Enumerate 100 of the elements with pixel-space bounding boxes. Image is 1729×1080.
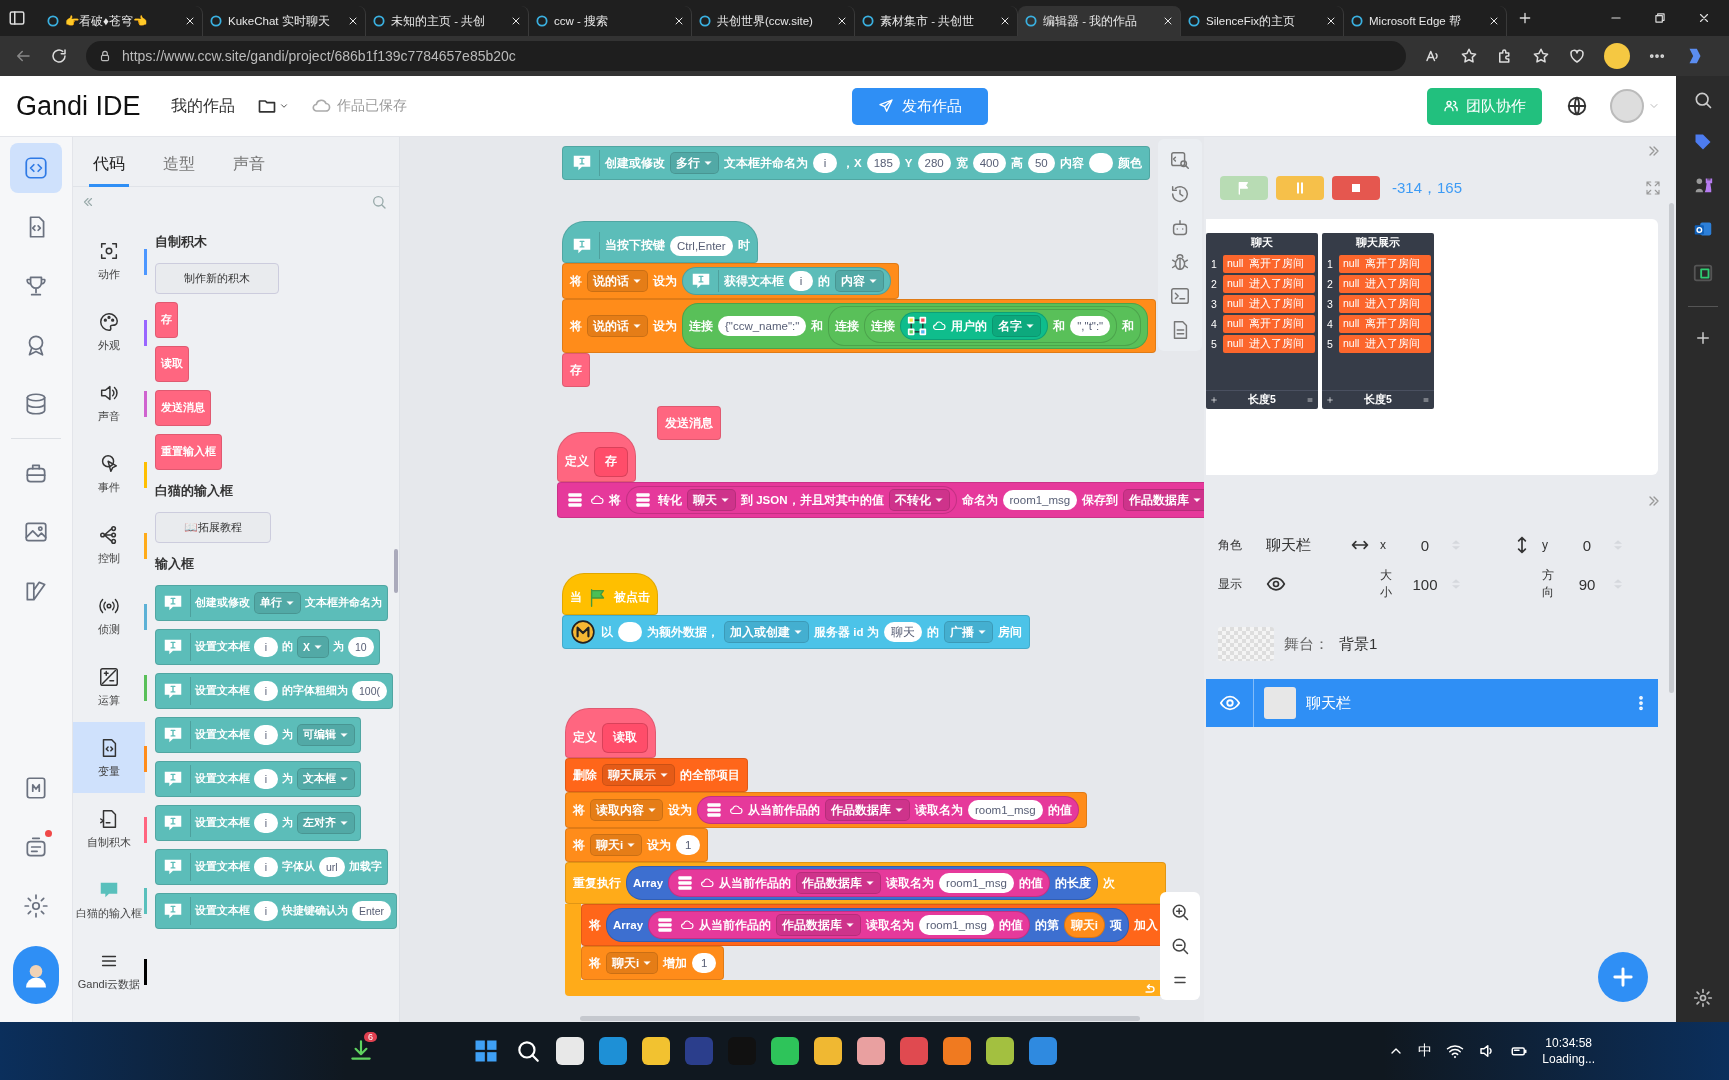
command-block[interactable]: 设置文本框 i 的字体粗细为 100( [155,673,393,709]
close-icon[interactable] [673,15,685,27]
app-icon[interactable] [943,1037,971,1065]
value-field[interactable]: Ctrl,Enter [670,235,733,256]
command-block[interactable]: 删除 聊天展示 的全部项目 [565,758,748,792]
dropdown[interactable]: 作品数据库 [796,872,882,894]
close-icon[interactable] [347,15,359,27]
command-block[interactable]: 将 读取内容 设为 从当前作品的 作品数据库 读取名为 room1_msg 的值 [565,792,1087,828]
value-field[interactable]: 10 [348,637,374,657]
my-works-link[interactable]: 我的作品 [170,95,235,117]
value-field[interactable]: 1 [692,953,717,973]
close-icon[interactable] [836,15,848,27]
value-field[interactable]: 280 [917,153,951,173]
zoom-in-icon[interactable] [1170,902,1190,922]
app-icon[interactable] [814,1037,842,1065]
editor-tab[interactable]: 代码 [89,145,129,187]
dropdown[interactable]: 作品数据库 [776,914,862,936]
star-icon[interactable] [1460,47,1478,65]
bug-icon[interactable] [1169,251,1191,273]
y-value[interactable]: 0 [1564,536,1610,554]
command-block[interactable]: 设置文本框 i 为 文本框 [155,761,361,797]
editor-tab[interactable]: 声音 [229,145,269,187]
value-field[interactable]: i [254,901,278,921]
category-button[interactable]: 侦测 [73,580,145,651]
language-icon[interactable] [1566,95,1588,117]
value-field[interactable]: i [254,813,278,833]
command-block[interactable]: 设置文本框 i 为 左对齐 [155,805,361,841]
terminal-icon[interactable] [1169,285,1191,307]
value-field[interactable]: 400 [972,153,1006,173]
zoom-out-icon[interactable] [1170,936,1190,956]
avatar-icon[interactable] [1604,43,1630,69]
settings-icon[interactable] [1692,988,1713,1008]
search-icon[interactable] [515,1038,541,1064]
stop-button[interactable] [1332,176,1380,200]
editor-tab[interactable]: 造型 [159,145,199,187]
value-field[interactable]: room1_msg [968,800,1043,820]
command-block[interactable]: 将 聊天i 增加 1 [581,946,725,980]
x-value[interactable]: 0 [1402,536,1448,554]
value-field[interactable]: i [789,271,813,291]
app-icon[interactable] [642,1037,670,1065]
command-block[interactable]: 设置文本框 i 的 X 为 10 [155,629,380,665]
value-field[interactable]: 1 [676,835,701,855]
tab-actions-icon[interactable] [8,9,26,27]
value-field[interactable]: room1_msg [919,915,994,935]
value-field[interactable]: Enter [352,901,392,921]
category-button[interactable]: 自制积木 [73,793,145,864]
browser-tab[interactable]: 编辑器 - 我的作品 [1018,6,1181,36]
value-field[interactable]: 50 [1027,153,1055,173]
address-bar[interactable]: https://www.ccw.site/gandi/project/686b1f139c7784657e85b20c [86,41,1406,71]
favorites-icon[interactable] [1532,47,1550,65]
scroll-bar[interactable] [580,1016,1140,1021]
dropdown[interactable]: 不转化 [888,489,950,511]
app-icon[interactable] [857,1037,885,1065]
command-block[interactable]: 设置文本框 i 为 可编辑 [155,717,361,753]
history-icon[interactable] [1169,183,1191,205]
eye-icon[interactable] [1266,574,1286,594]
close-icon[interactable] [999,15,1011,27]
close-icon[interactable] [1325,15,1337,27]
palette-button[interactable]: 📖拓展教程 [155,512,271,543]
app-icon[interactable] [986,1037,1014,1065]
value-field[interactable]: i [254,769,278,789]
value-field[interactable]: url [319,857,345,877]
screen-icon[interactable] [1691,262,1714,284]
value-field[interactable]: 聊天 [883,622,922,642]
heart-icon[interactable] [1568,47,1586,65]
close-icon[interactable] [1162,15,1174,27]
value-field[interactable]: i [254,681,278,701]
command-block[interactable]: 将 说的话 设为 连接 {"ccw_name":" 和 连接 连接 用户的 名字 和 ","t":" 和 [562,299,1157,353]
dropdown[interactable]: 聊天 [687,489,736,511]
category-button[interactable]: 外观 [73,296,145,367]
code-search-icon[interactable] [1169,149,1191,171]
sidebar-button[interactable] [10,143,62,193]
hat-block[interactable]: 当按下按键 Ctrl,Enter 时 [562,221,758,263]
command-block[interactable]: 将 转化 聊天 到 JSON，并且对其中的值 不转化 命名为 room1_msg 保存到 作品数据库 [557,482,1204,518]
close-icon[interactable] [1488,15,1500,27]
value-field[interactable]: i [813,153,837,173]
category-button[interactable]: Gandi云数据 [73,935,145,1006]
close-icon[interactable] [184,15,196,27]
value-field[interactable]: ","t":" [1070,316,1111,336]
command-block[interactable]: 创建或修改 多行 文本框并命名为 i ，X 185 Y 280 宽 400 高 50 内容 颜色 [562,146,1150,180]
direction-value[interactable]: 90 [1564,575,1610,593]
category-button[interactable]: 白猫的输入框 [73,864,145,935]
new-tab-icon[interactable] [1517,10,1533,26]
dropdown[interactable]: 作品数据库 [1123,489,1204,511]
value-field[interactable] [618,622,642,642]
value-field[interactable]: i [254,857,278,877]
command-block[interactable]: 以 为额外数据， 加入或创建 服务器 id 为 聊天 的 广播 房间 [562,615,1030,649]
app-icon[interactable] [556,1037,584,1065]
value-field[interactable]: 185 [866,153,900,173]
value-field[interactable]: {"ccw_name":" [718,316,807,336]
value-field[interactable]: 100( [352,681,387,701]
category-button[interactable]: 事件 [73,438,145,509]
value-field[interactable]: room1_msg [1002,490,1078,510]
reload-icon[interactable] [50,47,68,65]
command-block[interactable]: 将 聊天i 设为 1 [565,828,709,862]
input-method[interactable]: 中 [1418,1042,1433,1060]
command-block[interactable]: 设置文本框 i 字体从 url 加载字 [155,849,388,885]
category-button[interactable]: 声音 [73,367,145,438]
profile-button[interactable] [13,946,59,1004]
category-button[interactable]: 变量 [73,722,145,793]
